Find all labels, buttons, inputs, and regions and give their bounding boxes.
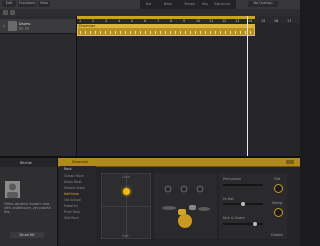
preset-item[interactable]: Old School <box>64 198 81 202</box>
drummer-description: Offers dynamic modern rock, with unobtru… <box>4 202 51 214</box>
track-header-drums[interactable]: 1 Drums <box>0 19 76 34</box>
preset-item[interactable]: Down Beat <box>64 180 81 184</box>
pad-label-loud: Loud <box>122 175 131 179</box>
arrange-area[interactable] <box>77 23 300 156</box>
percussion-label: Percussion <box>223 177 242 181</box>
drum-kit-area <box>154 173 217 239</box>
add-track-icon[interactable] <box>3 10 8 15</box>
swing-label: Swing <box>272 201 283 205</box>
preset-item[interactable]: Powerful <box>64 204 78 208</box>
mute-button[interactable] <box>19 27 23 30</box>
view-button[interactable]: View <box>38 1 50 7</box>
details-button[interactable] <box>286 160 294 164</box>
cycle-area[interactable] <box>77 16 255 19</box>
filter-icon[interactable] <box>10 10 15 15</box>
no-overlap-menu[interactable]: No Overlap <box>248 1 278 7</box>
lcd-beat: Beat <box>164 2 172 6</box>
hihat-label: Hi-Hat <box>223 197 234 201</box>
drummer-name-title: Ritchie <box>20 161 32 165</box>
preset-item[interactable]: Soft Rock <box>64 216 79 220</box>
drum-kit-button[interactable]: Drum Kit <box>10 232 44 238</box>
preset-item[interactable]: Punk Rock <box>64 210 80 214</box>
region-name: Drummer <box>79 24 96 28</box>
percussion-slider[interactable] <box>223 184 263 186</box>
preset-category[interactable]: Rock <box>64 167 72 171</box>
smart-help-header: Ritchie <box>0 158 57 167</box>
region-header[interactable]: Drummer <box>77 24 255 28</box>
lcd-display[interactable]: Bar Beat Tempo Key Signature <box>140 0 236 9</box>
functions-button[interactable]: Functions <box>18 1 36 7</box>
pad-horizontal-line <box>102 206 150 207</box>
drum-kit-icon[interactable] <box>154 173 217 239</box>
pad-puck[interactable] <box>123 188 130 195</box>
details-label[interactable]: Details <box>271 233 283 237</box>
preset-item-selected[interactable]: Half-time <box>64 192 79 196</box>
kick-snare-slider-thumb[interactable] <box>253 222 257 226</box>
complexity-loudness-pad[interactable]: Loud Soft <box>101 173 151 239</box>
swing-knob[interactable] <box>274 208 283 217</box>
drummer-avatar <box>5 181 20 198</box>
lcd-key: Key <box>202 2 209 6</box>
playhead[interactable] <box>247 16 248 156</box>
edit-button[interactable]: Edit <box>2 1 16 7</box>
pad-label-soft: Soft <box>122 234 129 238</box>
region-hits <box>80 31 251 34</box>
drummer-controls: Percussion Hi-Hat Kick & Snare Fills Swi… <box>219 173 287 239</box>
lcd-signature: Signature <box>214 2 231 6</box>
kick-snare-slider[interactable] <box>223 223 263 225</box>
fills-knob[interactable] <box>274 184 283 193</box>
fills-label: Fills <box>274 177 281 181</box>
track-number: 1 <box>3 24 6 28</box>
kick-snare-label: Kick & Snare <box>223 216 245 220</box>
avatar-icon <box>7 183 18 198</box>
preset-list: Rock Classic Rock Down Beat Double Stack… <box>60 166 96 244</box>
drummer-editor-title: Drummer <box>72 160 89 164</box>
track-name: Drums <box>19 22 31 26</box>
track-headers-panel <box>0 16 77 156</box>
lcd-tempo: Tempo <box>184 2 196 6</box>
hihat-slider-thumb[interactable] <box>241 202 245 206</box>
drum-kit-icon <box>8 21 17 31</box>
solo-button[interactable] <box>25 27 29 30</box>
lcd-bar: Bar <box>146 2 152 6</box>
preset-item[interactable]: Classic Rock <box>64 174 84 178</box>
preset-item[interactable]: Double Stack <box>64 186 85 190</box>
